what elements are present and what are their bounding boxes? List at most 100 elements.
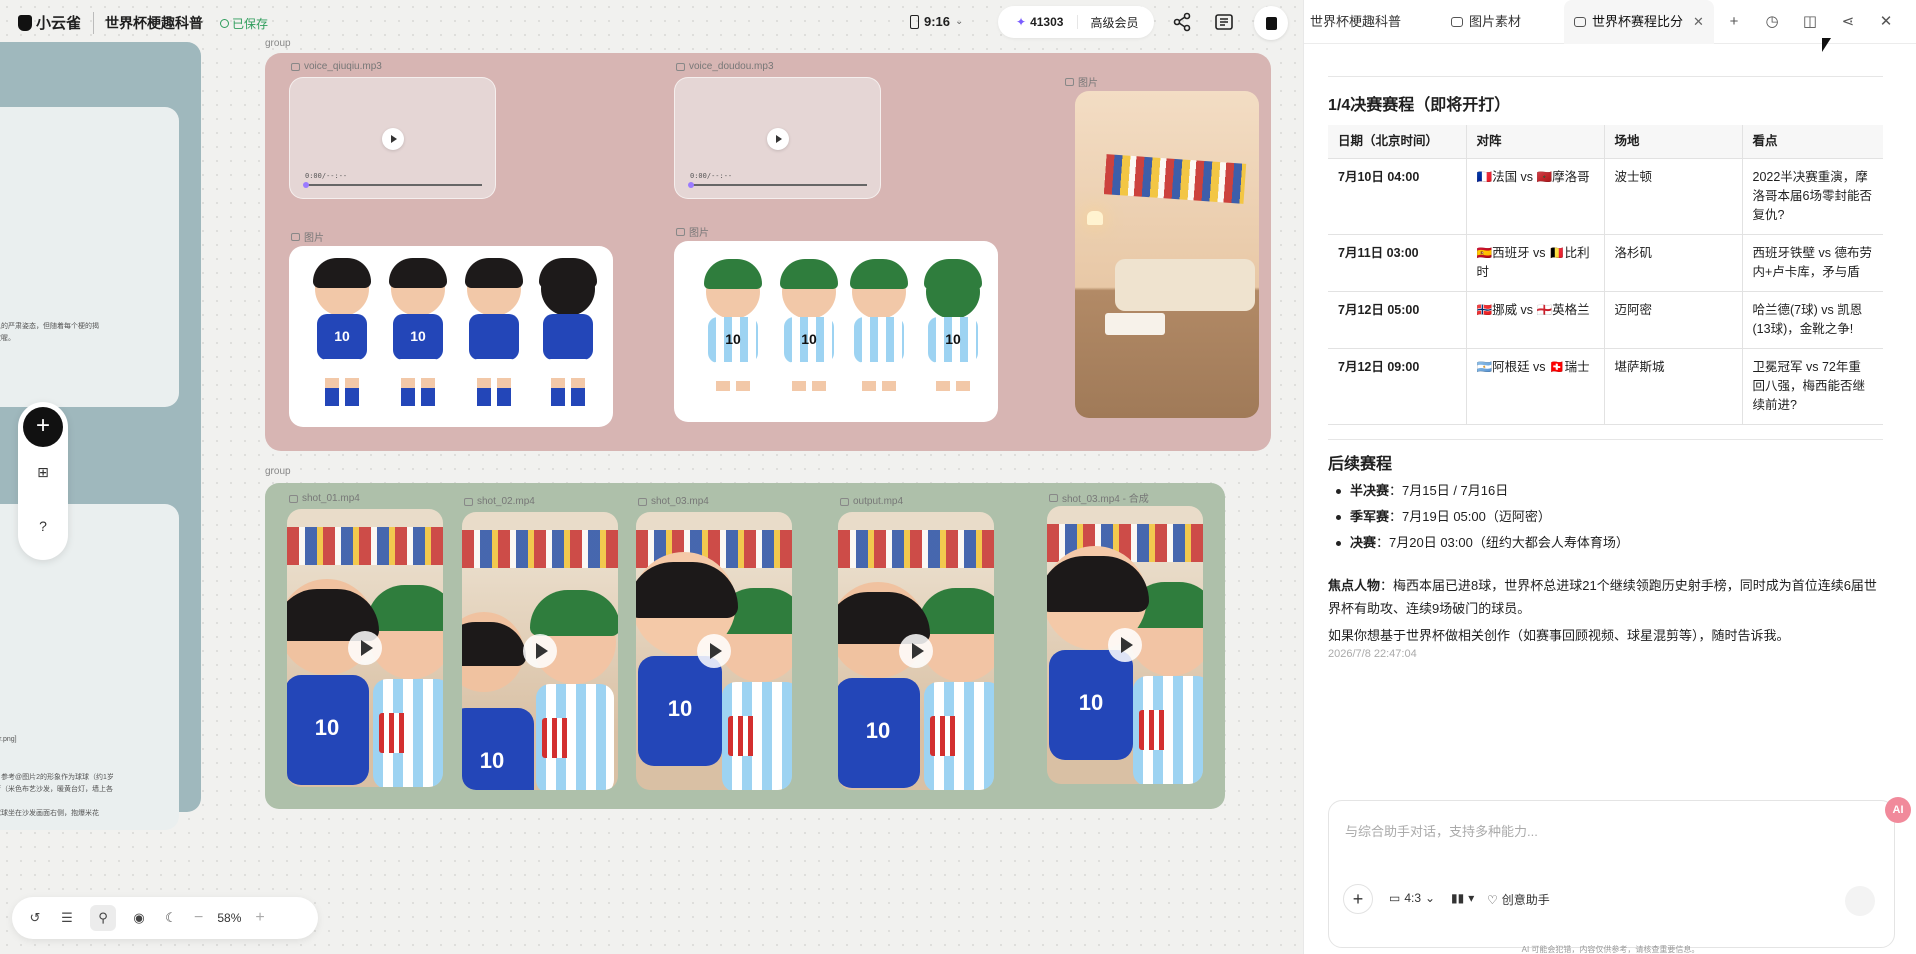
followup-title: 后续赛程 bbox=[1328, 456, 1393, 473]
zoom-out-button[interactable]: − bbox=[194, 909, 203, 927]
send-button[interactable] bbox=[1845, 886, 1875, 916]
hand-icon[interactable]: ☾ bbox=[162, 909, 180, 927]
tab-label: 世界杯赛程比分 bbox=[1592, 14, 1684, 29]
project-title[interactable]: 世界杯梗趣科普 bbox=[105, 13, 203, 33]
audio-player[interactable]: 0:00/--:-- bbox=[289, 77, 496, 199]
play-button[interactable] bbox=[348, 631, 382, 665]
creative-assistant-toggle[interactable]: ♡ 创意助手 bbox=[1487, 891, 1550, 908]
tree-icon[interactable]: ⚲ bbox=[90, 905, 116, 931]
add-node-button[interactable]: + bbox=[23, 407, 63, 447]
image-node-title: 图片 bbox=[304, 233, 324, 244]
chat-input-box[interactable]: 与综合助手对话，支持多种能力... + ▭ 4:3 ⌄ ▮▮ ▾ ♡ 创意助手 bbox=[1328, 800, 1895, 948]
quality-selector[interactable]: ▮▮ ▾ bbox=[1451, 891, 1474, 905]
table-row: 7月10日 04:00 🇫🇷法国 vs 🇲🇦摩洛哥 波士顿 2022半决赛重演，… bbox=[1328, 158, 1883, 235]
match-venue: 洛杉矶 bbox=[1603, 234, 1743, 292]
document-icon[interactable] bbox=[1214, 12, 1234, 32]
table-header: 场地 bbox=[1603, 125, 1743, 159]
video-filename: shot_02.mp4 bbox=[477, 496, 535, 507]
undo-icon[interactable]: ↺ bbox=[26, 909, 44, 927]
membership-label[interactable]: 高级会员 bbox=[1078, 14, 1138, 31]
video-clip[interactable]: 10 bbox=[462, 512, 618, 790]
history-icon[interactable]: ◷ bbox=[1762, 12, 1782, 32]
text-node-card[interactable]: 铁氧 小大人的严肃姿态，但随着每个梗的揭 效乐效喔。 梗 bbox=[0, 107, 179, 407]
tab-world-cup-schedule[interactable]: 世界杯赛程比分 ✕ bbox=[1564, 0, 1714, 44]
assistant-sidebar: 世界杯梗趣科普 图片素材 世界杯赛程比分 ✕ + ◷ ◫ ⋖ ✕ 1/4决赛赛程（… bbox=[1303, 0, 1916, 954]
table-header: 日期（北京时间） bbox=[1328, 125, 1467, 159]
character-image-blue[interactable]: 10 10 bbox=[289, 246, 613, 427]
credits-count-group: ✦ 41303 bbox=[998, 15, 1079, 29]
attach-button[interactable]: + bbox=[1343, 884, 1373, 914]
ratio-selector[interactable]: ▭ 4:3 ⌄ bbox=[1389, 891, 1435, 905]
character-image-argentina[interactable]: 10 10 10 bbox=[674, 241, 998, 422]
layout-icon[interactable]: ☰ bbox=[58, 909, 76, 927]
audio-player[interactable]: 0:00/--:-- bbox=[674, 77, 881, 199]
message-timestamp: 2026/7/8 22:47:04 bbox=[1328, 648, 1417, 660]
tab-project[interactable]: 世界杯梗趣科普 bbox=[1310, 0, 1401, 44]
match-date: 7月12日 09:00 bbox=[1328, 348, 1467, 425]
flag-bunting bbox=[462, 530, 618, 568]
help-icon[interactable]: ? bbox=[33, 518, 53, 538]
video-clip[interactable]: 10 bbox=[1047, 506, 1203, 784]
match-teams: 🇪🇸西班牙 vs 🇧🇪比利时 bbox=[1465, 234, 1605, 292]
app-logo[interactable]: 小云雀 bbox=[18, 12, 81, 33]
node-text: 落客厅（米色布艺沙发，暖黄台灯，墙上各 bbox=[0, 786, 113, 793]
chat-input[interactable]: 与综合助手对话，支持多种能力... bbox=[1345, 821, 1538, 840]
split-view-icon[interactable]: ◫ bbox=[1800, 12, 1820, 32]
progress-handle[interactable] bbox=[303, 182, 309, 188]
image-icon bbox=[291, 232, 300, 241]
play-button[interactable] bbox=[1108, 628, 1142, 662]
aspect-ratio-selector[interactable]: 9:16 ⌄ bbox=[910, 14, 963, 29]
close-panel-icon[interactable]: ✕ bbox=[1876, 12, 1896, 32]
match-venue: 波士顿 bbox=[1603, 158, 1743, 235]
progress-handle[interactable] bbox=[688, 182, 694, 188]
character-figure: 10 bbox=[307, 258, 377, 410]
group-label: group bbox=[265, 38, 291, 49]
living-room-image[interactable] bbox=[1075, 91, 1259, 418]
hierarchy-icon[interactable]: ⊞ bbox=[33, 464, 53, 484]
location-icon[interactable]: ◉ bbox=[130, 909, 148, 927]
flag-bunting bbox=[287, 527, 443, 565]
tab-image-assets[interactable]: 图片素材 bbox=[1451, 0, 1521, 44]
lamp bbox=[1087, 211, 1103, 225]
match-note: 哈兰德(7球) vs 凯恩(13球)，金靴之争! bbox=[1741, 291, 1883, 349]
play-button[interactable] bbox=[697, 634, 731, 668]
zoom-level[interactable]: 58% bbox=[217, 911, 241, 925]
workflow-canvas[interactable]: 小云雀 世界杯梗趣科普 已保存 9:16 ⌄ ✦41303 高级会员 铁氧 小大… bbox=[0, 0, 1303, 954]
character-figure: 10 bbox=[774, 259, 844, 413]
audio-progress[interactable] bbox=[305, 184, 482, 186]
ratio-value: 4:3 bbox=[1404, 891, 1422, 905]
play-button[interactable] bbox=[523, 634, 557, 668]
share-icon[interactable] bbox=[1172, 12, 1192, 32]
character-figure bbox=[844, 259, 914, 413]
image-node-title: 图片 bbox=[1078, 78, 1098, 89]
new-tab-icon[interactable]: + bbox=[1724, 12, 1744, 32]
play-button[interactable] bbox=[382, 128, 404, 150]
tab-label: 图片素材 bbox=[1469, 14, 1522, 29]
share-icon[interactable]: ⋖ bbox=[1838, 12, 1858, 32]
image-icon bbox=[1065, 77, 1074, 86]
character-figure bbox=[367, 585, 443, 787]
chevron-down-icon: ⌄ bbox=[955, 16, 964, 27]
save-status: 已保存 bbox=[220, 15, 268, 32]
video-clip[interactable]: 10 bbox=[287, 509, 443, 787]
sparkle-icon: ✦ bbox=[1016, 15, 1027, 29]
audio-progress[interactable] bbox=[690, 184, 867, 186]
play-button[interactable] bbox=[899, 634, 933, 668]
node-text: 效乐效喔。 bbox=[0, 335, 15, 342]
close-tab-icon[interactable]: ✕ bbox=[1693, 0, 1704, 44]
list-item-value: ：7月19日 05:00（迈阿密） bbox=[1389, 509, 1551, 524]
video-clip[interactable]: 10 bbox=[636, 512, 792, 790]
credits-pill[interactable]: ✦ 41303 高级会员 bbox=[998, 6, 1154, 38]
list-item: 半决赛：7月15日 / 7月16日 bbox=[1332, 478, 1883, 504]
video-clip[interactable]: 10 bbox=[838, 512, 994, 790]
tab-label: 世界杯梗趣科普 bbox=[1310, 14, 1402, 29]
zoom-in-button[interactable]: + bbox=[255, 909, 264, 927]
video-node-label: shot_01.mp4 bbox=[289, 493, 360, 504]
play-button[interactable] bbox=[767, 128, 789, 150]
match-date: 7月10日 04:00 bbox=[1328, 158, 1467, 235]
user-avatar[interactable] bbox=[1254, 6, 1288, 40]
ai-assistant-badge[interactable]: AI bbox=[1885, 797, 1911, 823]
table-row: 7月12日 05:00 🇳🇴挪威 vs 🏴󠁧󠁢󠁥󠁮󠁧󠁿英格兰 迈阿密 哈兰德(7… bbox=[1328, 291, 1883, 349]
character-figure: 10 bbox=[383, 258, 453, 410]
divider bbox=[1328, 76, 1883, 77]
